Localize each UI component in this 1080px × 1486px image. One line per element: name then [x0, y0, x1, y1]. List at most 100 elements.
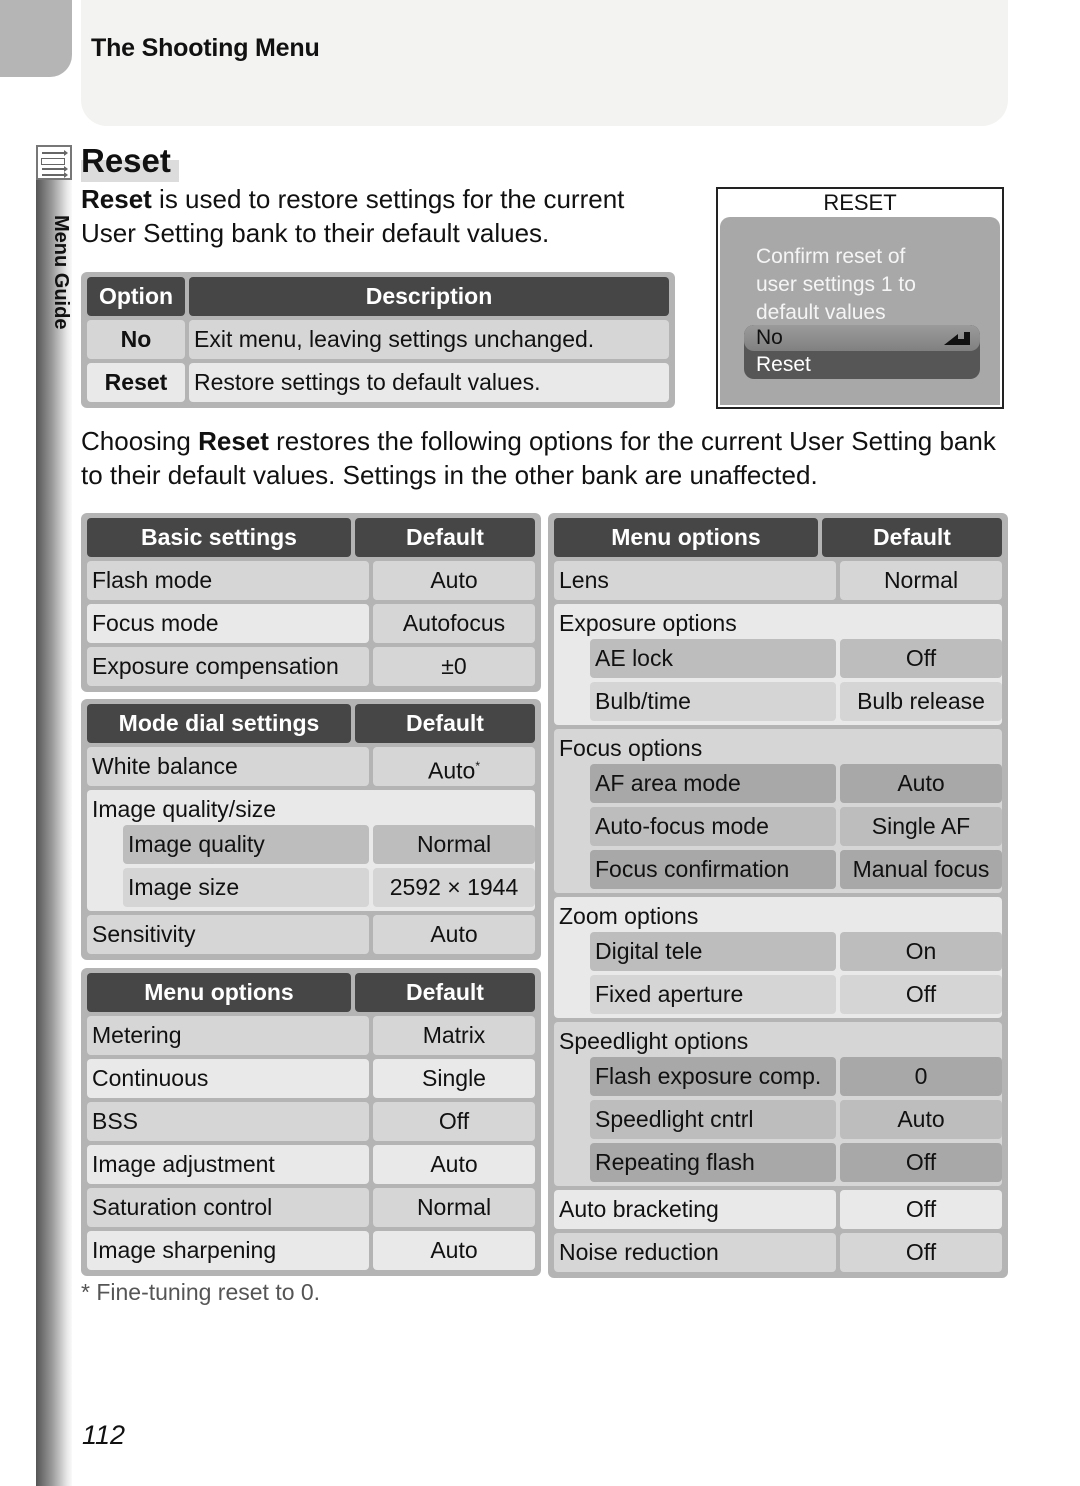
- setting-cell: Fixed aperture: [590, 975, 836, 1014]
- default-cell: Off: [840, 639, 1002, 678]
- table-header: Option Description: [87, 277, 669, 316]
- speedlight-options-group: Speedlight options Flash exposure comp. …: [554, 1022, 1002, 1186]
- description-cell: Restore settings to default values.: [189, 363, 669, 402]
- setting-cell: BSS: [87, 1102, 369, 1141]
- section-title: The Shooting Menu: [91, 34, 320, 62]
- table-header: Basic settings Default: [87, 518, 535, 557]
- setting-cell: AE lock: [590, 639, 836, 678]
- camera-lcd-screen: RESET Confirm reset of user settings 1 t…: [716, 187, 1004, 409]
- default-cell: Manual focus: [840, 850, 1002, 889]
- table-row: Digital tele On: [590, 932, 1002, 971]
- page-number: 112: [82, 1420, 126, 1450]
- default-cell: Auto: [373, 915, 535, 954]
- table-row: Auto-focus mode Single AF: [590, 807, 1002, 846]
- table-row: Image size 2592 × 1944: [123, 868, 535, 907]
- chapter-tab: [0, 0, 72, 77]
- setting-cell: Continuous: [87, 1059, 369, 1098]
- table-row: Fixed aperture Off: [590, 975, 1002, 1014]
- group-title: Exposure options: [559, 610, 737, 636]
- lcd-option-list: No Reset: [744, 325, 980, 379]
- default-value: Auto: [428, 757, 476, 784]
- header-setting: Menu options: [554, 518, 818, 557]
- lcd-option-reset[interactable]: Reset: [744, 351, 980, 379]
- description-paragraph: Choosing Reset restores the following op…: [81, 424, 1021, 492]
- table-row: Metering Matrix: [87, 1016, 535, 1055]
- default-cell: 0: [840, 1057, 1002, 1096]
- default-cell: Off: [840, 1190, 1002, 1229]
- setting-cell: Noise reduction: [554, 1233, 836, 1272]
- header-default: Default: [355, 518, 535, 557]
- table-header: Menu options Default: [87, 973, 535, 1012]
- default-cell: Off: [840, 1143, 1002, 1182]
- default-cell: Normal: [373, 825, 535, 864]
- mode-dial-settings-table: Mode dial settings Default White balance…: [81, 699, 541, 960]
- default-cell: Single: [373, 1059, 535, 1098]
- default-cell: Off: [373, 1102, 535, 1141]
- setting-cell: Digital tele: [590, 932, 836, 971]
- setting-cell: Saturation control: [87, 1188, 369, 1227]
- default-cell: Normal: [840, 561, 1002, 600]
- default-cell: Bulb release: [840, 682, 1002, 721]
- setting-cell: Image size: [123, 868, 369, 907]
- basic-settings-table: Basic settings Default Flash mode Auto F…: [81, 513, 541, 692]
- lcd-message: Confirm reset of user settings 1 to defa…: [756, 243, 916, 327]
- group-title: Speedlight options: [559, 1028, 749, 1054]
- table-header: Menu options Default: [554, 518, 1002, 557]
- table-row: Speedlight cntrl Auto: [590, 1100, 1002, 1139]
- intro-bold: Reset: [81, 184, 152, 214]
- table-row: AF area mode Auto: [590, 764, 1002, 803]
- table-row: Continuous Single: [87, 1059, 535, 1098]
- table-row: Focus mode Autofocus: [87, 604, 535, 643]
- lcd-option-no[interactable]: No: [744, 325, 980, 351]
- default-cell: Off: [840, 975, 1002, 1014]
- setting-cell: Repeating flash: [590, 1143, 836, 1182]
- para-text: Choosing: [81, 426, 199, 456]
- enter-icon: [944, 332, 970, 345]
- default-cell: Auto: [840, 764, 1002, 803]
- setting-cell: Auto bracketing: [554, 1190, 836, 1229]
- setting-cell: Bulb/time: [590, 682, 836, 721]
- table-row: Repeating flash Off: [590, 1143, 1002, 1182]
- focus-options-group: Focus options AF area mode Auto Auto-foc…: [554, 729, 1002, 893]
- default-cell: Auto: [373, 1145, 535, 1184]
- side-stripe: [36, 180, 72, 1486]
- header-setting: Mode dial settings: [87, 704, 351, 743]
- table-row: Image adjustment Auto: [87, 1145, 535, 1184]
- group-title: Image quality/size: [92, 796, 277, 822]
- table-row: Auto bracketing Off: [554, 1190, 1002, 1229]
- table-row: AE lock Off: [590, 639, 1002, 678]
- table-row: Image quality Normal: [123, 825, 535, 864]
- setting-cell: Flash mode: [87, 561, 369, 600]
- header-setting: Menu options: [87, 973, 351, 1012]
- footnote: * Fine-tuning reset to 0.: [81, 1279, 321, 1305]
- table-row: Flash mode Auto: [87, 561, 535, 600]
- default-cell: Single AF: [840, 807, 1002, 846]
- header-option: Option: [87, 277, 185, 316]
- menu-options-table-right: Menu options Default Lens Normal Exposur…: [548, 513, 1008, 1278]
- description-cell: Exit menu, leaving settings unchanged.: [189, 320, 669, 359]
- footnote-marker: *: [475, 759, 480, 773]
- header-default: Default: [355, 973, 535, 1012]
- zoom-options-group: Zoom options Digital tele On Fixed apert…: [554, 897, 1002, 1018]
- para-bold: Reset: [198, 426, 269, 456]
- header-setting: Basic settings: [87, 518, 351, 557]
- setting-cell: Exposure compensation: [87, 647, 369, 686]
- default-cell: Off: [840, 1233, 1002, 1272]
- image-quality-size-group: Image quality/size Image quality Normal …: [87, 790, 535, 911]
- exposure-options-group: Exposure options AE lock Off Bulb/time B…: [554, 604, 1002, 725]
- header-description: Description: [189, 277, 669, 316]
- table-row: Exposure compensation ±0: [87, 647, 535, 686]
- lcd-body: Confirm reset of user settings 1 to defa…: [720, 217, 1000, 405]
- table-row: White balance Auto*: [87, 747, 535, 786]
- lcd-message-line: Confirm reset of: [756, 245, 906, 268]
- setting-cell: Focus mode: [87, 604, 369, 643]
- page-heading: Reset: [81, 142, 171, 179]
- setting-cell: Auto-focus mode: [590, 807, 836, 846]
- table-row: Focus confirmation Manual focus: [590, 850, 1002, 889]
- menu-list-icon: [36, 145, 72, 180]
- table-row: Noise reduction Off: [554, 1233, 1002, 1272]
- setting-cell: Sensitivity: [87, 915, 369, 954]
- default-cell: Autofocus: [373, 604, 535, 643]
- setting-cell: Flash exposure comp.: [590, 1057, 836, 1096]
- header-banner: The Shooting Menu: [81, 0, 1008, 126]
